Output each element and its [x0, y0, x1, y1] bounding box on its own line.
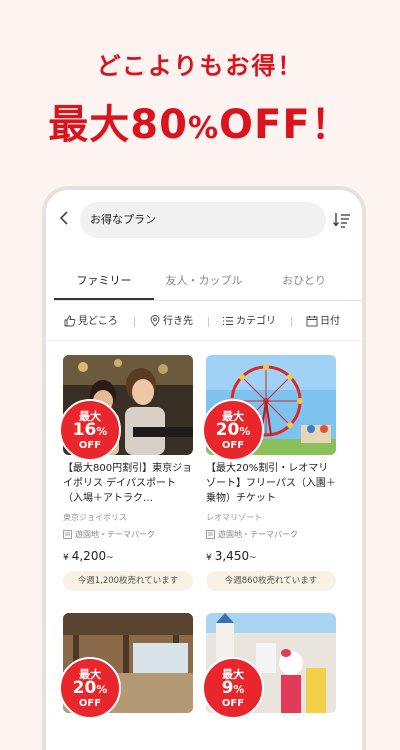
- badge-percent: %: [239, 425, 251, 438]
- discount-badge: 最大 9% OFF: [202, 657, 264, 719]
- filter-category[interactable]: カテゴリ: [222, 312, 276, 332]
- promo-headline: どこよりもお得！: [96, 52, 304, 80]
- plan-category-label: 遊園地・テーマパーク: [75, 530, 155, 539]
- filter-date[interactable]: 日付: [306, 312, 340, 332]
- calendar-icon: [306, 315, 318, 327]
- discount-badge: 最大 20% OFF: [202, 399, 264, 461]
- filters-divider: [46, 340, 362, 341]
- price-value: 4,200: [71, 549, 107, 563]
- price-suffix: ~: [249, 553, 257, 563]
- badge-value: 20%: [61, 678, 119, 698]
- badge-off: OFF: [221, 440, 245, 451]
- plan-category: 遊園地・テーマパーク: [206, 529, 298, 540]
- badge-number: 20: [72, 678, 97, 698]
- badge-value: 9%: [204, 678, 262, 698]
- badge-number: 9: [221, 678, 234, 698]
- badge-off: OFF: [221, 698, 245, 709]
- badge-value: 20%: [204, 420, 262, 440]
- chevron-left-icon: [59, 211, 68, 225]
- plan-title: 【最大800円割引】東京ジョイポリス デイパスポート（入場＋アトラク…: [63, 463, 193, 504]
- badge-number: 20: [215, 420, 240, 440]
- phone-frame: お得なプラン ファミリー 友人・カップル おひとり 見どころ 行き先 カテゴリ …: [42, 186, 366, 750]
- price-currency: ¥: [206, 553, 212, 563]
- list-icon: [223, 317, 233, 325]
- plan-card[interactable]: 最大 16% OFF 【最大800円割引】東京ジョイポリス デイパスポート（入場…: [59, 355, 193, 591]
- plan-card[interactable]: 最大 20% OFF: [59, 613, 193, 719]
- badge-percent: %: [96, 425, 108, 438]
- tabs-divider: [54, 300, 362, 301]
- sort-icon: [333, 213, 350, 228]
- back-button[interactable]: [54, 208, 76, 232]
- map-pin-icon: [150, 315, 160, 327]
- tab-family[interactable]: ファミリー: [54, 264, 154, 300]
- promo-discount: 最大80%OFF！: [0, 92, 400, 150]
- plan-title: 【最大20%割引・レオマリゾート】フリーパス（入園＋乗物）チケット: [206, 463, 336, 504]
- plan-category: 遊園地・テーマパーク: [63, 529, 155, 540]
- badge-percent: %: [233, 683, 245, 696]
- plan-brand: 東京ジョイポリス: [63, 513, 127, 522]
- sold-count-pill: 今週1,200枚売れています: [63, 571, 193, 591]
- thumbs-up-icon: [64, 315, 76, 327]
- promo-discount-value: 80: [130, 102, 188, 148]
- plan-price: ¥4,200~: [63, 549, 114, 563]
- tab-bar: ファミリー 友人・カップル おひとり: [54, 264, 362, 300]
- promo-discount-suffix: OFF！: [219, 102, 352, 148]
- plan-category-label: 遊園地・テーマパーク: [218, 530, 298, 539]
- price-currency: ¥: [63, 553, 69, 563]
- badge-off: OFF: [78, 440, 102, 451]
- promo-discount-prefix: 最大: [48, 102, 131, 148]
- discount-badge: 最大 16% OFF: [59, 399, 121, 461]
- badge-percent: %: [96, 683, 108, 696]
- filter-bar: 見どころ 行き先 カテゴリ 日付: [46, 312, 362, 332]
- filter-destination[interactable]: 行き先: [149, 312, 193, 332]
- filter-date-label: 日付: [320, 316, 340, 327]
- discount-badge: 最大 20% OFF: [59, 657, 121, 719]
- filter-category-label: カテゴリ: [236, 316, 276, 327]
- plan-price: ¥3,450~: [206, 549, 257, 563]
- filter-separator: [134, 317, 135, 327]
- badge-number: 16: [72, 420, 97, 440]
- filter-highlights[interactable]: 見どころ: [64, 312, 118, 332]
- promo-discount-pct: %: [187, 111, 220, 146]
- tab-solo[interactable]: おひとり: [254, 264, 354, 300]
- tab-friends-couple[interactable]: 友人・カップル: [154, 264, 254, 300]
- sort-button[interactable]: [332, 210, 352, 230]
- filter-destination-label: 行き先: [163, 316, 193, 327]
- badge-value: 16%: [61, 420, 119, 440]
- search-row: お得なプラン: [46, 202, 362, 238]
- plan-brand: レオマリゾート: [206, 513, 262, 522]
- plan-card[interactable]: 最大 9% OFF: [202, 613, 336, 719]
- ticket-icon: [63, 530, 72, 539]
- sold-count-pill: 今週860枚売れています: [206, 571, 336, 591]
- search-input[interactable]: お得なプラン: [80, 202, 326, 238]
- price-value: 3,450: [214, 549, 250, 563]
- price-suffix: ~: [106, 553, 114, 563]
- ticket-icon: [206, 530, 215, 539]
- filter-separator: [208, 317, 209, 327]
- filter-highlights-label: 見どころ: [78, 316, 118, 327]
- filter-separator: [291, 317, 292, 327]
- badge-off: OFF: [78, 698, 102, 709]
- plan-card[interactable]: 最大 20% OFF 【最大20%割引・レオマリゾート】フリーパス（入園＋乗物）…: [202, 355, 336, 591]
